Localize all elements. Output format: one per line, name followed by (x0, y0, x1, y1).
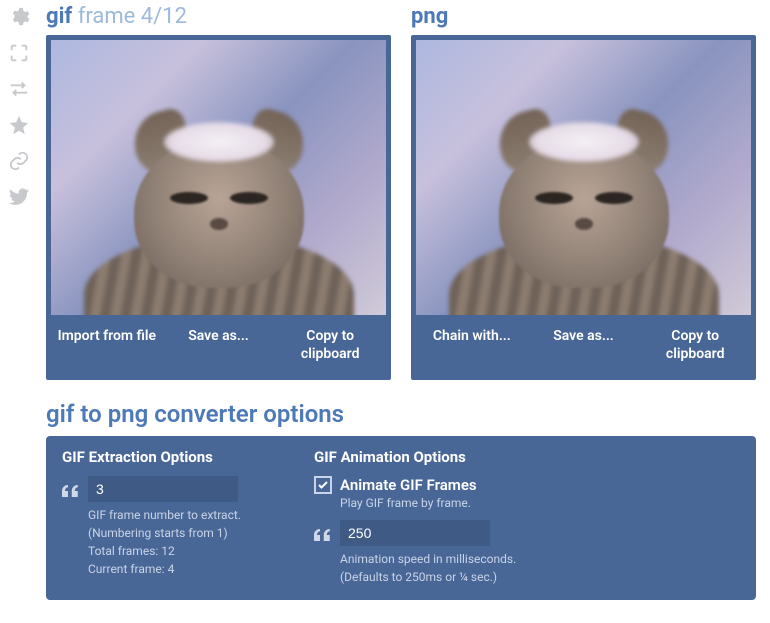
link-icon[interactable] (8, 150, 30, 172)
animate-checkbox[interactable] (314, 476, 332, 494)
panels-row: gif frame 4/12 Import from file Save as.… (46, 0, 760, 380)
speed-input-row (314, 520, 534, 546)
gif-frame: Import from file Save as... Copy to clip… (46, 35, 391, 380)
frame-hint-4: Current frame: 4 (88, 560, 282, 578)
gif-panel: gif frame 4/12 Import from file Save as.… (46, 0, 391, 380)
png-panel-title: png (411, 0, 756, 35)
main-content: gif frame 4/12 Import from file Save as.… (40, 0, 770, 600)
sidebar (0, 0, 40, 600)
gear-icon[interactable] (8, 6, 30, 28)
save-button[interactable]: Save as... (528, 315, 640, 375)
speed-input[interactable] (340, 520, 490, 546)
frame-hint-2: (Numbering starts from 1) (88, 524, 282, 542)
extraction-heading: GIF Extraction Options (62, 448, 282, 466)
swap-icon[interactable] (8, 78, 30, 100)
copy-button[interactable]: Copy to clipboard (274, 315, 386, 375)
animate-hint: Play GIF frame by frame. (340, 496, 534, 510)
copy-button[interactable]: Copy to clipboard (639, 315, 751, 375)
frame-input-row (62, 476, 282, 502)
import-button[interactable]: Import from file (51, 315, 163, 375)
frame-number-input[interactable] (88, 476, 238, 502)
chain-button[interactable]: Chain with... (416, 315, 528, 375)
gif-image[interactable] (51, 40, 386, 315)
png-title-bold: png (411, 4, 448, 29)
star-icon[interactable] (8, 114, 30, 136)
animation-heading: GIF Animation Options (314, 448, 534, 466)
gif-title-bold: gif (46, 4, 72, 29)
quote-icon (314, 526, 332, 540)
png-panel: png Chain with... Save as... Copy to cli… (411, 0, 756, 380)
extraction-options: GIF Extraction Options GIF frame number … (62, 448, 282, 586)
app-root: gif frame 4/12 Import from file Save as.… (0, 0, 770, 600)
save-button[interactable]: Save as... (163, 315, 275, 375)
png-buttons: Chain with... Save as... Copy to clipboa… (416, 315, 751, 375)
png-image[interactable] (416, 40, 751, 315)
animate-checkbox-row: Animate GIF Frames (314, 476, 534, 494)
speed-hint-1: Animation speed in milliseconds. (340, 550, 534, 568)
fullscreen-icon[interactable] (8, 42, 30, 64)
speed-hint-2: (Defaults to 250ms or ¼ sec.) (340, 568, 534, 586)
gif-buttons: Import from file Save as... Copy to clip… (51, 315, 386, 375)
frame-hint-1: GIF frame number to extract. (88, 506, 282, 524)
animate-label: Animate GIF Frames (340, 476, 477, 494)
animation-options: GIF Animation Options Animate GIF Frames… (314, 448, 534, 586)
twitter-icon[interactable] (8, 186, 30, 208)
gif-panel-title: gif frame 4/12 (46, 0, 391, 35)
gif-title-light: frame 4/12 (78, 4, 187, 29)
frame-hint-3: Total frames: 12 (88, 542, 282, 560)
quote-icon (62, 482, 80, 496)
options-box: GIF Extraction Options GIF frame number … (46, 436, 756, 600)
options-title: gif to png converter options (46, 400, 760, 428)
png-frame: Chain with... Save as... Copy to clipboa… (411, 35, 756, 380)
